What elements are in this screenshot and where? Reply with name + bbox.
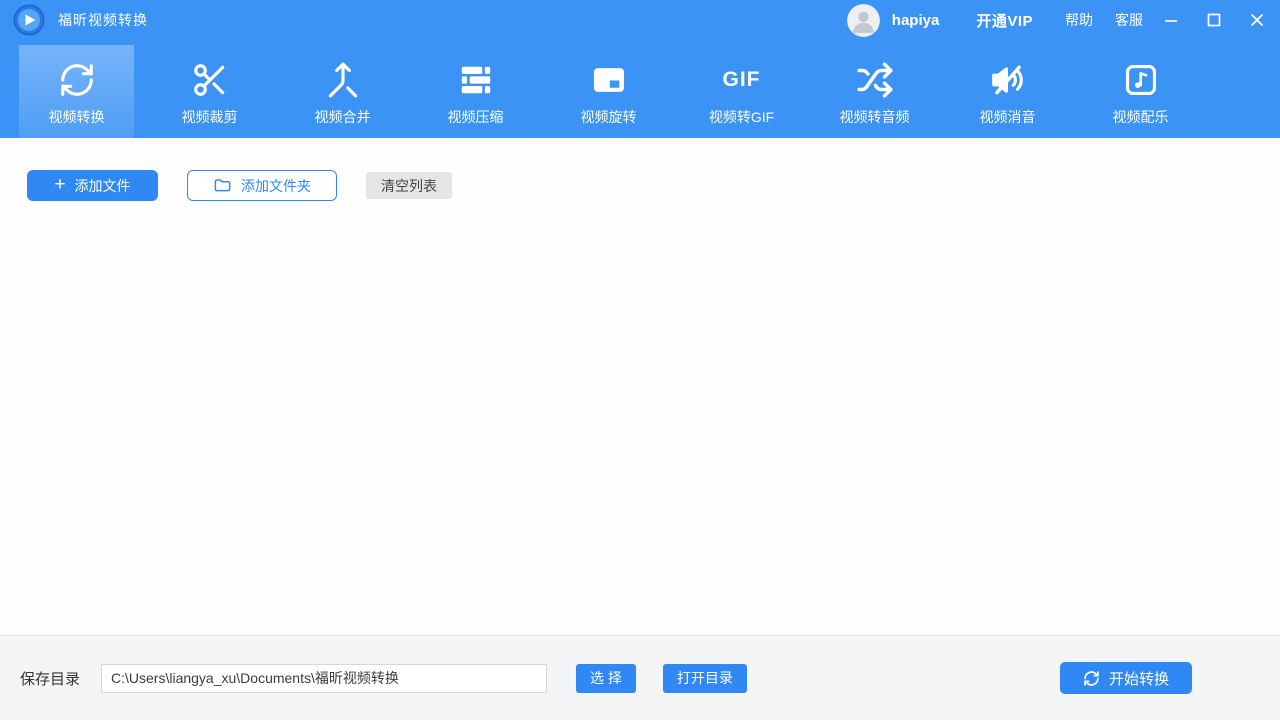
tab-video-to-gif[interactable]: GIF 视频转GIF <box>675 40 808 138</box>
maximize-button[interactable] <box>1199 5 1229 35</box>
vip-button[interactable]: 开通VIP <box>976 10 1033 31</box>
compress-icon <box>457 60 495 100</box>
shuffle-icon <box>856 60 894 100</box>
help-button[interactable]: 帮助 <box>1065 10 1093 30</box>
close-button[interactable] <box>1242 5 1272 35</box>
rotate-icon <box>590 60 628 100</box>
tab-label: 视频旋转 <box>581 107 637 127</box>
tab-video-compress[interactable]: 视频压缩 <box>409 40 542 138</box>
tab-video-to-audio[interactable]: 视频转音频 <box>808 40 941 138</box>
merge-icon <box>324 60 362 100</box>
app-logo-icon <box>13 4 45 36</box>
tab-label: 视频配乐 <box>1113 107 1169 127</box>
save-dir-label: 保存目录 <box>20 668 80 689</box>
mute-icon <box>989 60 1027 100</box>
gif-icon: GIF <box>723 60 761 100</box>
tab-video-convert[interactable]: 视频转换 <box>10 40 143 138</box>
convert-icon <box>58 60 96 100</box>
app-title: 福昕视频转换 <box>58 10 148 30</box>
start-convert-label: 开始转换 <box>1109 668 1169 689</box>
add-folder-label: 添加文件夹 <box>241 176 311 196</box>
tab-label: 视频裁剪 <box>182 107 238 127</box>
convert-refresh-icon <box>1083 670 1100 687</box>
clear-list-button[interactable]: 清空列表 <box>366 172 452 199</box>
save-path-input[interactable] <box>101 664 547 693</box>
folder-icon <box>213 176 232 195</box>
start-convert-button[interactable]: 开始转换 <box>1060 662 1192 694</box>
plus-icon: + <box>54 175 65 194</box>
titlebar: 福昕视频转换 hapiya 开通VIP 帮助 客服 <box>0 0 1280 40</box>
tab-video-trim[interactable]: 视频裁剪 <box>143 40 276 138</box>
add-folder-button[interactable]: 添加文件夹 <box>187 170 337 201</box>
choose-button[interactable]: 选 择 <box>576 664 636 693</box>
minimize-button[interactable] <box>1156 5 1186 35</box>
tab-label: 视频压缩 <box>448 107 504 127</box>
support-button[interactable]: 客服 <box>1115 10 1143 30</box>
tab-video-soundtrack[interactable]: 视频配乐 <box>1074 40 1207 138</box>
tab-label: 视频转音频 <box>840 107 910 127</box>
footer: 保存目录 选 择 打开目录 开始转换 <box>0 635 1280 720</box>
app-window: 福昕视频转换 hapiya 开通VIP 帮助 客服 <box>0 0 1280 720</box>
open-dir-button[interactable]: 打开目录 <box>663 664 747 693</box>
tab-label: 视频转换 <box>49 107 105 127</box>
tab-label: 视频消音 <box>980 107 1036 127</box>
tab-video-rotate[interactable]: 视频旋转 <box>542 40 675 138</box>
file-list-area: + 添加文件 添加文件夹 清空列表 <box>0 138 1280 635</box>
music-icon <box>1122 60 1160 100</box>
tab-video-merge[interactable]: 视频合并 <box>276 40 409 138</box>
avatar[interactable] <box>847 4 880 37</box>
toolbar: 视频转换 视频裁剪 视频合并 <box>0 40 1280 138</box>
add-file-label: 添加文件 <box>75 176 131 196</box>
username[interactable]: hapiya <box>892 12 940 29</box>
add-file-button[interactable]: + 添加文件 <box>27 170 158 201</box>
tab-label: 视频合并 <box>315 107 371 127</box>
scissors-icon <box>191 60 229 100</box>
tab-label: 视频转GIF <box>709 107 774 127</box>
tab-video-mute[interactable]: 视频消音 <box>941 40 1074 138</box>
actions-row: + 添加文件 添加文件夹 清空列表 <box>27 170 1280 201</box>
